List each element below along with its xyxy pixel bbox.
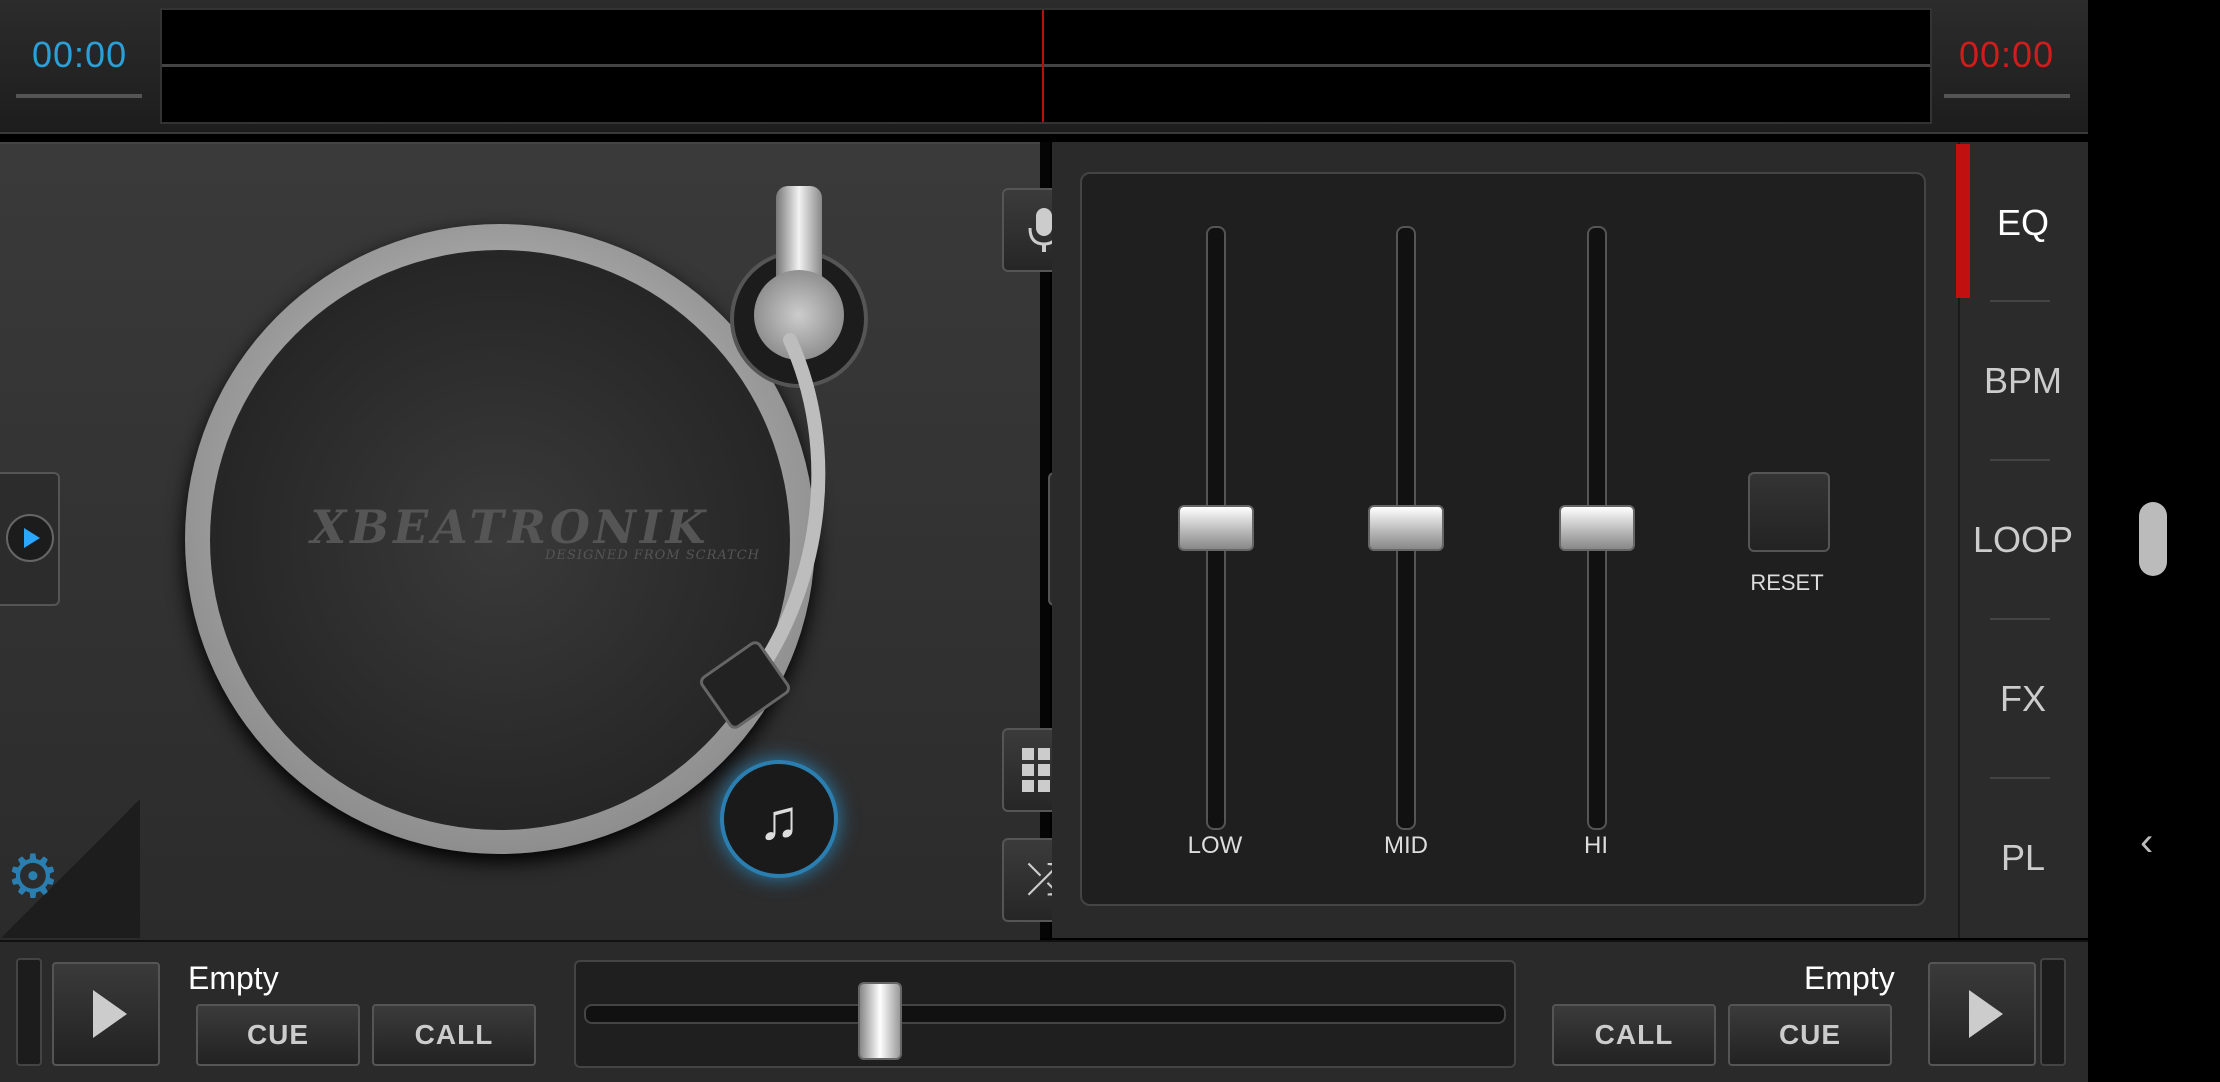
tab-loop[interactable]: LOOP: [1958, 461, 2088, 619]
right-deck-time: 00:00: [1959, 34, 2055, 75]
tab-fx[interactable]: FX: [1958, 620, 2088, 778]
music-add-icon[interactable]: ♫: [720, 760, 838, 878]
left-deck-time: 00:00: [32, 34, 128, 75]
left-track-name: Empty: [188, 960, 279, 996]
eq-reset-label: RESET: [1750, 570, 1824, 595]
tab-pl[interactable]: PL: [1958, 779, 2088, 937]
left-time-underline: [16, 94, 142, 98]
right-play-button[interactable]: [1928, 962, 2036, 1066]
eq-reset-button[interactable]: [1748, 472, 1830, 552]
crossfader-track[interactable]: [584, 1004, 1506, 1024]
eq-mid-slider-knob[interactable]: [1368, 505, 1444, 551]
left-call-button[interactable]: CALL: [372, 1004, 536, 1066]
right-time-underline: [1944, 94, 2070, 98]
crossfader-knob[interactable]: [858, 982, 903, 1060]
eq-hi-slider-knob[interactable]: [1559, 505, 1635, 551]
tonearm[interactable]: [690, 330, 850, 750]
left-play-button[interactable]: [52, 962, 160, 1066]
waveform-display[interactable]: [160, 8, 1932, 124]
right-track-name: Empty: [1804, 960, 1895, 996]
right-pitch-slot[interactable]: [2040, 958, 2066, 1066]
play-icon: [93, 990, 127, 1038]
left-pitch-slot[interactable]: [16, 958, 42, 1066]
tab-eq[interactable]: EQ: [1958, 144, 2088, 302]
eq-hi-label: HI: [1584, 832, 1608, 859]
play-icon: [6, 514, 54, 562]
eq-mid-label: MID: [1384, 832, 1428, 859]
play-icon: [1969, 990, 2003, 1038]
eq-low-label: LOW: [1187, 832, 1243, 859]
right-cue-button[interactable]: CUE: [1728, 1004, 1892, 1066]
drag-handle[interactable]: [2139, 502, 2167, 576]
playhead-marker: [1042, 10, 1044, 122]
left-deck-expand-button[interactable]: [0, 472, 60, 606]
left-cue-button[interactable]: CUE: [196, 1004, 360, 1066]
back-chevron-icon[interactable]: ‹: [2140, 820, 2153, 865]
tab-bpm[interactable]: BPM: [1958, 302, 2088, 460]
gear-icon[interactable]: ⚙: [6, 842, 60, 912]
right-call-button[interactable]: CALL: [1552, 1004, 1716, 1066]
eq-low-slider-knob[interactable]: [1178, 505, 1254, 551]
waveform-line: [162, 64, 1930, 67]
